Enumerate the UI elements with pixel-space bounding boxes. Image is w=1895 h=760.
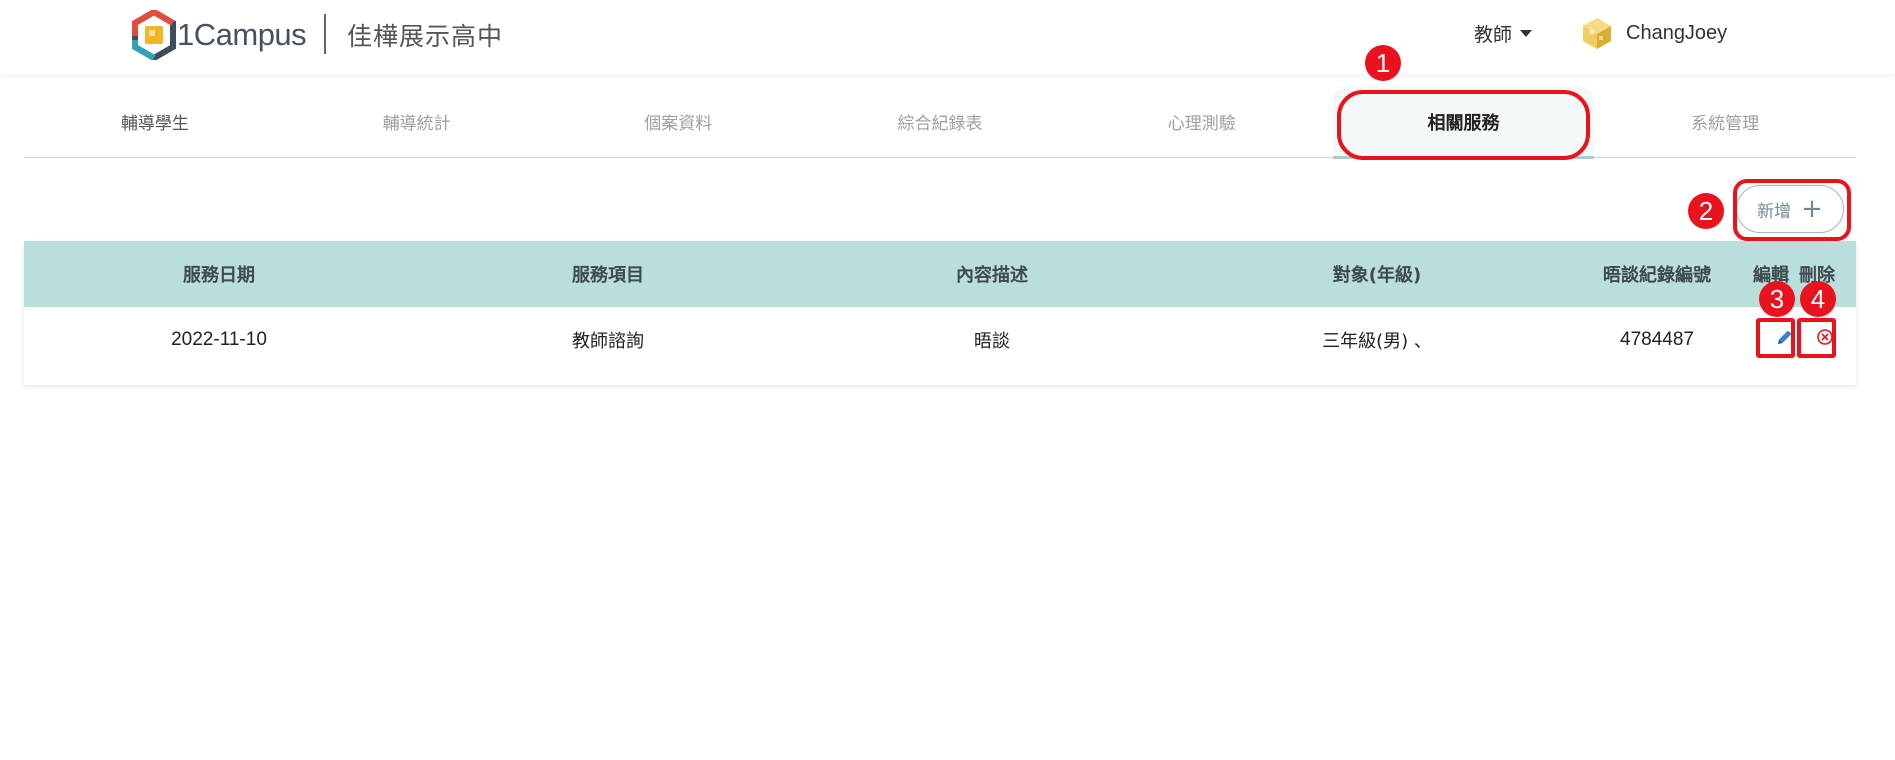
annotation-marker-3: 3 [1759, 281, 1795, 317]
annotation-marker-1: 1 [1365, 45, 1401, 81]
cell-target: 三年級(男) 、 [1322, 330, 1432, 352]
avatar [1583, 18, 1611, 49]
col-service-item: 服務項目 [572, 265, 644, 286]
header-divider [324, 14, 326, 54]
tab-counseling-stats[interactable]: 輔導統計 [286, 86, 548, 157]
tab-comprehensive-record[interactable]: 綜合紀錄表 [809, 86, 1071, 157]
annotation-box-delete [1797, 318, 1836, 358]
caret-down-icon [1520, 30, 1533, 37]
logo-text: 1Campus [177, 17, 307, 52]
col-service-date: 服務日期 [183, 265, 255, 286]
cell-description: 晤談 [974, 330, 1010, 352]
app-logo[interactable]: 1Campus [132, 10, 307, 60]
col-description: 內容描述 [956, 265, 1028, 286]
annotation-marker-4: 4 [1800, 281, 1836, 317]
services-table: 服務日期 服務項目 內容描述 對象(年級) 晤談紀錄編號 編輯 刪除 2022-… [24, 241, 1856, 385]
table-row: 2022-11-10 教師諮詢 晤談 三年級(男) 、 4784487 [24, 307, 1856, 385]
cell-date: 2022-11-10 [171, 328, 267, 350]
campus-logo-icon [132, 10, 176, 60]
role-dropdown[interactable]: 教師 [1474, 20, 1533, 47]
user-name: ChangJoey [1626, 21, 1728, 44]
school-name: 佳樺展示高中 [347, 22, 504, 51]
annotation-box-edit [1756, 318, 1795, 358]
cell-record-number: 4784487 [1620, 328, 1694, 350]
col-record-number: 晤談紀錄編號 [1603, 265, 1711, 286]
annotation-box-tab [1337, 90, 1590, 160]
cell-item: 教師諮詢 [572, 330, 644, 352]
tab-psych-test[interactable]: 心理測驗 [1071, 86, 1333, 157]
role-label: 教師 [1474, 24, 1513, 46]
annotation-marker-2: 2 [1688, 193, 1724, 229]
tab-system-admin[interactable]: 系統管理 [1594, 86, 1856, 157]
annotation-box-add [1733, 179, 1851, 241]
table-header: 服務日期 服務項目 內容描述 對象(年級) 晤談紀錄編號 編輯 刪除 [24, 241, 1856, 307]
top-header: 1Campus 佳樺展示高中 教師 ChangJoey [0, 0, 1895, 74]
user-menu[interactable]: ChangJoey [1580, 16, 1727, 50]
tab-case-data[interactable]: 個案資料 [547, 86, 809, 157]
tab-counseling-students[interactable]: 輔導學生 [24, 86, 286, 157]
col-target-grade: 對象(年級) [1332, 265, 1422, 286]
